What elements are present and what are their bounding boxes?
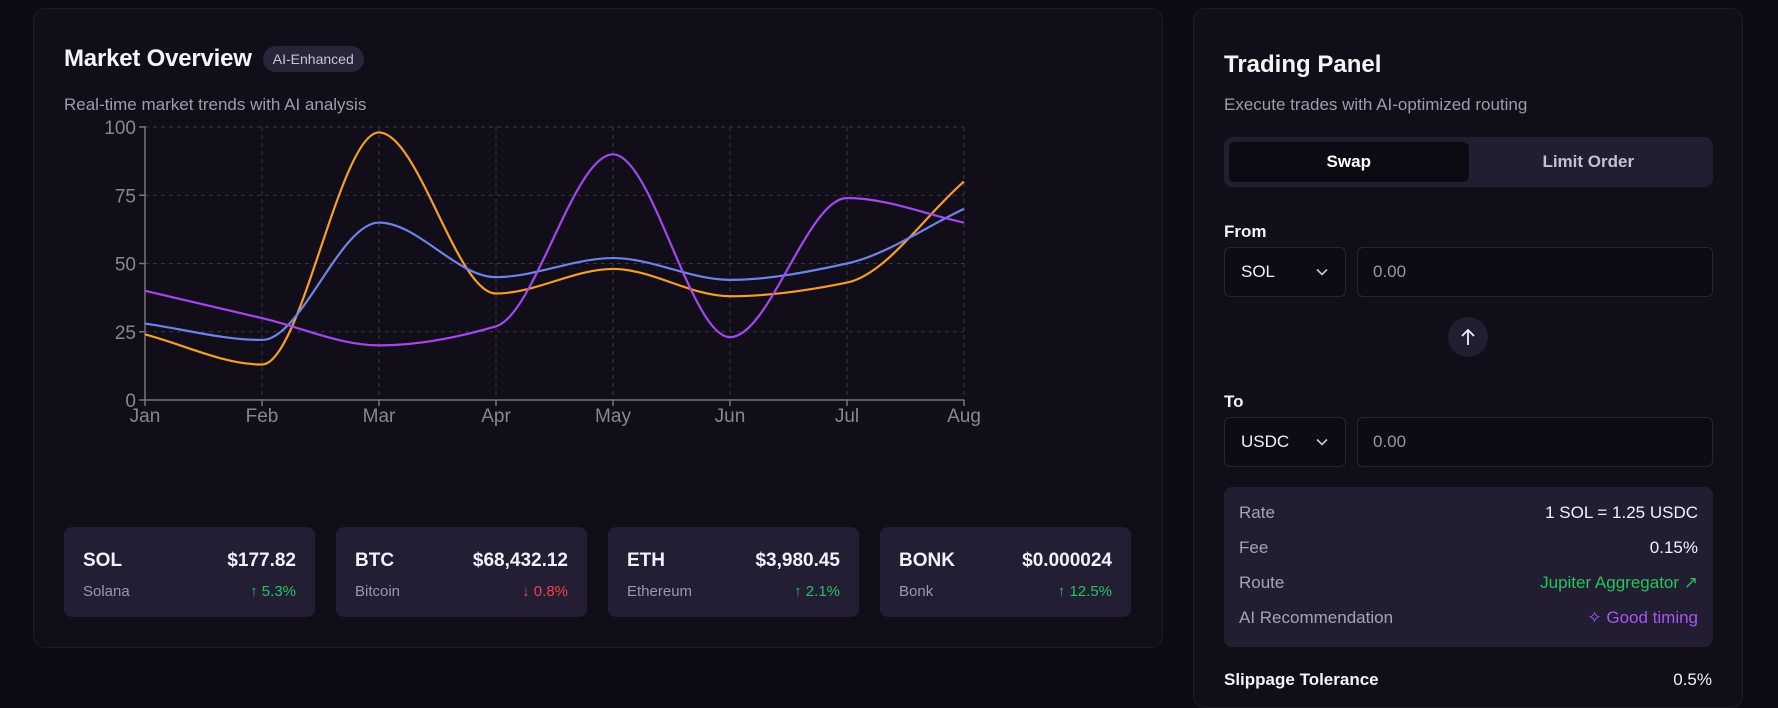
to-token-value: USDC <box>1241 432 1290 451</box>
swap-direction-button[interactable] <box>1448 317 1488 357</box>
y-tick-label: 100 <box>104 118 136 139</box>
coin-price: $3,980.45 <box>755 550 840 571</box>
info-row-rate: Rate 1 SOL = 1.25 USDC <box>1239 503 1698 538</box>
coin-price: $0.000024 <box>1022 550 1112 571</box>
arrow-up-icon <box>1461 328 1475 345</box>
to-token-select[interactable]: USDC <box>1224 417 1346 467</box>
trading-title: Trading Panel <box>1224 51 1382 78</box>
to-label: To <box>1224 392 1244 411</box>
coin-name: Bitcoin <box>355 583 401 600</box>
trade-info-box: Rate 1 SOL = 1.25 USDC Fee 0.15% Route J… <box>1224 487 1713 647</box>
chevron-down-icon <box>1316 438 1328 446</box>
coin-change: ↑ 12.5% <box>1057 583 1112 600</box>
slippage-value: 0.5% <box>1673 670 1712 689</box>
y-tick-label: 25 <box>115 323 136 344</box>
coin-card-eth[interactable]: ETH $3,980.45 Ethereum ↑ 2.1% <box>608 527 859 617</box>
route-link[interactable]: Jupiter Aggregator ↗ <box>1540 573 1698 608</box>
from-token-value: SOL <box>1241 262 1276 281</box>
coin-symbol: SOL <box>83 550 123 571</box>
coin-symbol: ETH <box>627 550 665 571</box>
info-key: Fee <box>1239 538 1269 557</box>
coin-cards: SOL $177.82 Solana ↑ 5.3% BTC $68,432.12… <box>64 527 1131 617</box>
chevron-down-icon <box>1316 268 1328 276</box>
x-tick-label: Mar <box>363 406 396 427</box>
coin-symbol: BTC <box>355 550 395 571</box>
market-overview-panel: Market Overview AI-Enhanced Real-time ma… <box>33 8 1163 648</box>
series-line-1 <box>144 131 965 366</box>
tab-swap[interactable]: Swap <box>1229 142 1469 182</box>
y-tick-label: 50 <box>115 255 136 276</box>
coin-card-btc[interactable]: BTC $68,432.12 Bitcoin ↓ 0.8% <box>336 527 587 617</box>
slippage-label: Slippage Tolerance <box>1224 670 1379 689</box>
info-value: 1 SOL = 1.25 USDC <box>1545 503 1698 522</box>
x-tick-label: May <box>595 406 631 427</box>
trade-type-tabs: Swap Limit Order <box>1224 137 1713 187</box>
x-tick-label: Aug <box>947 406 981 427</box>
x-tick-label: Jul <box>835 406 859 427</box>
info-key: Route <box>1239 573 1285 592</box>
info-row-ai-recommendation: AI Recommendation ✧ Good timing <box>1239 608 1698 643</box>
ai-recommendation-value: ✧ Good timing <box>1587 608 1698 627</box>
info-row-route: Route Jupiter Aggregator ↗ <box>1239 573 1698 608</box>
coin-price: $68,432.12 <box>472 550 568 571</box>
x-tick-label: Feb <box>246 406 279 427</box>
series-line-3 <box>144 153 965 347</box>
trading-panel: Trading Panel Execute trades with AI-opt… <box>1193 8 1743 708</box>
market-line-chart: 0255075100Jan Feb Mar Apr May Jun Jul Aug <box>104 118 981 427</box>
coin-name: Bonk <box>899 583 934 600</box>
x-tick-label: Jun <box>715 406 746 427</box>
info-value: 0.15% <box>1649 538 1698 557</box>
coin-change: ↓ 0.8% <box>522 583 568 600</box>
coin-symbol: BONK <box>899 550 955 571</box>
x-tick-label: Apr <box>481 406 511 427</box>
info-row-fee: Fee 0.15% <box>1239 538 1698 573</box>
coin-name: Solana <box>83 583 130 600</box>
coin-price: $177.82 <box>227 550 296 571</box>
tab-limit-order[interactable]: Limit Order <box>1469 142 1709 182</box>
coin-card-sol[interactable]: SOL $177.82 Solana ↑ 5.3% <box>64 527 315 617</box>
info-key: AI Recommendation <box>1239 608 1394 627</box>
from-label: From <box>1224 222 1267 241</box>
coin-name: Ethereum <box>627 583 693 600</box>
from-token-select[interactable]: SOL <box>1224 247 1346 297</box>
trading-subtitle: Execute trades with AI-optimized routing <box>1224 95 1528 114</box>
coin-change: ↑ 2.1% <box>794 583 840 600</box>
to-amount-input[interactable] <box>1357 417 1713 467</box>
x-tick-label: Jan <box>130 406 161 427</box>
from-amount-input[interactable] <box>1357 247 1713 297</box>
coin-card-bonk[interactable]: BONK $0.000024 Bonk ↑ 12.5% <box>880 527 1131 617</box>
y-tick-label: 75 <box>115 186 136 207</box>
coin-change: ↑ 5.3% <box>250 583 296 600</box>
info-key: Rate <box>1239 503 1275 522</box>
